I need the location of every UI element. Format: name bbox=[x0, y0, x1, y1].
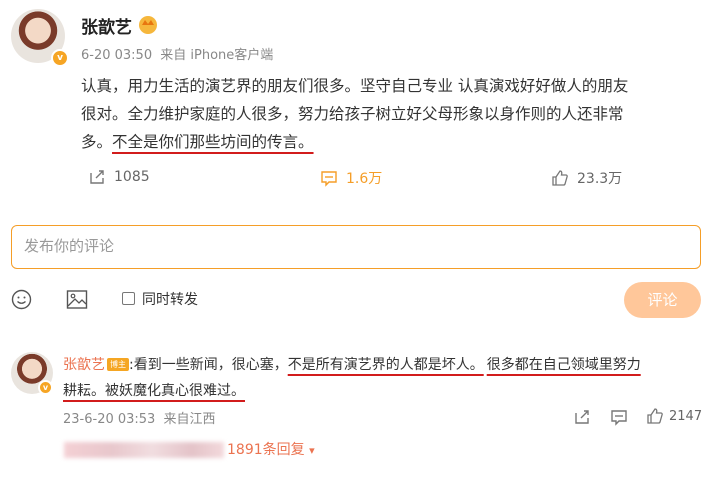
underlined-quote: 不是所有演艺界的人都是坏人。 bbox=[287, 357, 484, 373]
view-replies-link[interactable]: 1891条回复 ▾ bbox=[227, 439, 315, 459]
comment-icon bbox=[321, 171, 337, 187]
chevron-down-icon: ▾ bbox=[309, 444, 315, 457]
comment-like-count: 2147 bbox=[669, 408, 703, 424]
underlined-quote: 很多都在自己领域里努力 bbox=[486, 357, 641, 373]
comment-source: 来自江西 bbox=[163, 412, 216, 427]
comment-reply-icon[interactable] bbox=[610, 408, 628, 426]
post-text-line: 认真，用力生活的演艺界的朋友们很多。坚守自己专业 认真演戏好好做人的朋友 bbox=[81, 77, 629, 95]
post-time: 6-20 03:50 bbox=[81, 48, 153, 63]
comment-count: 1.6万 bbox=[346, 171, 383, 187]
like-count: 23.3万 bbox=[577, 171, 623, 187]
post-text-line: 多。不全是你们那些坊间的传言。 bbox=[81, 133, 314, 151]
emoji-icon[interactable] bbox=[11, 289, 32, 310]
crown-badge-icon bbox=[137, 13, 159, 35]
repost-action[interactable]: 1085 bbox=[88, 168, 150, 186]
author-name[interactable]: 张歆艺 bbox=[81, 13, 132, 38]
comment-meta: 23-6-20 03:53 来自江西 bbox=[63, 408, 216, 427]
thumbs-up-icon bbox=[647, 408, 663, 424]
comment-text: 张歆艺 博主:看到一些新闻，很心塞，不是所有演艺界的人都是坏人。 很多都在自己领域里… bbox=[63, 357, 641, 399]
post-text-line: 很对。全力维护家庭的人很多，努力给孩子树立好父母形象以身作则的人还非常 bbox=[81, 105, 624, 123]
like-action[interactable]: 23.3万 bbox=[551, 168, 622, 188]
post-text: 认真，用力生活的演艺界的朋友们很多。坚守自己专业 认真演戏好好做人的朋友 很对。… bbox=[81, 72, 706, 156]
submit-comment-button[interactable]: 评论 bbox=[624, 282, 701, 318]
comment-input[interactable]: 发布你的评论 bbox=[11, 225, 701, 269]
underlined-quote: 不全是你们那些坊间的传言。 bbox=[112, 133, 314, 151]
comment-repost-icon[interactable] bbox=[573, 408, 591, 426]
post-source: 来自 iPhone客户端 bbox=[160, 48, 274, 63]
repost-count: 1085 bbox=[114, 169, 150, 185]
image-icon[interactable] bbox=[66, 289, 88, 310]
commenter-name[interactable]: 张歆艺 bbox=[63, 357, 105, 373]
underlined-quote: 被妖魔化真心很难过。 bbox=[105, 383, 245, 399]
verified-badge-icon: v bbox=[38, 380, 53, 395]
thumbs-up-icon bbox=[552, 170, 568, 186]
verified-badge-icon: v bbox=[51, 49, 69, 67]
post-meta: 6-20 03:50 来自 iPhone客户端 bbox=[81, 44, 273, 63]
comment-action[interactable]: 1.6万 bbox=[320, 168, 382, 188]
comment-like-action[interactable]: 2147 bbox=[646, 407, 702, 425]
blurred-replier-names bbox=[64, 442, 224, 458]
repost-checkbox-label: 同时转发 bbox=[142, 292, 198, 308]
author-badge: 博主 bbox=[107, 358, 129, 371]
repost-icon bbox=[90, 170, 104, 184]
comment-time: 23-6-20 03:53 bbox=[63, 412, 156, 427]
repost-checkbox[interactable] bbox=[122, 292, 135, 305]
